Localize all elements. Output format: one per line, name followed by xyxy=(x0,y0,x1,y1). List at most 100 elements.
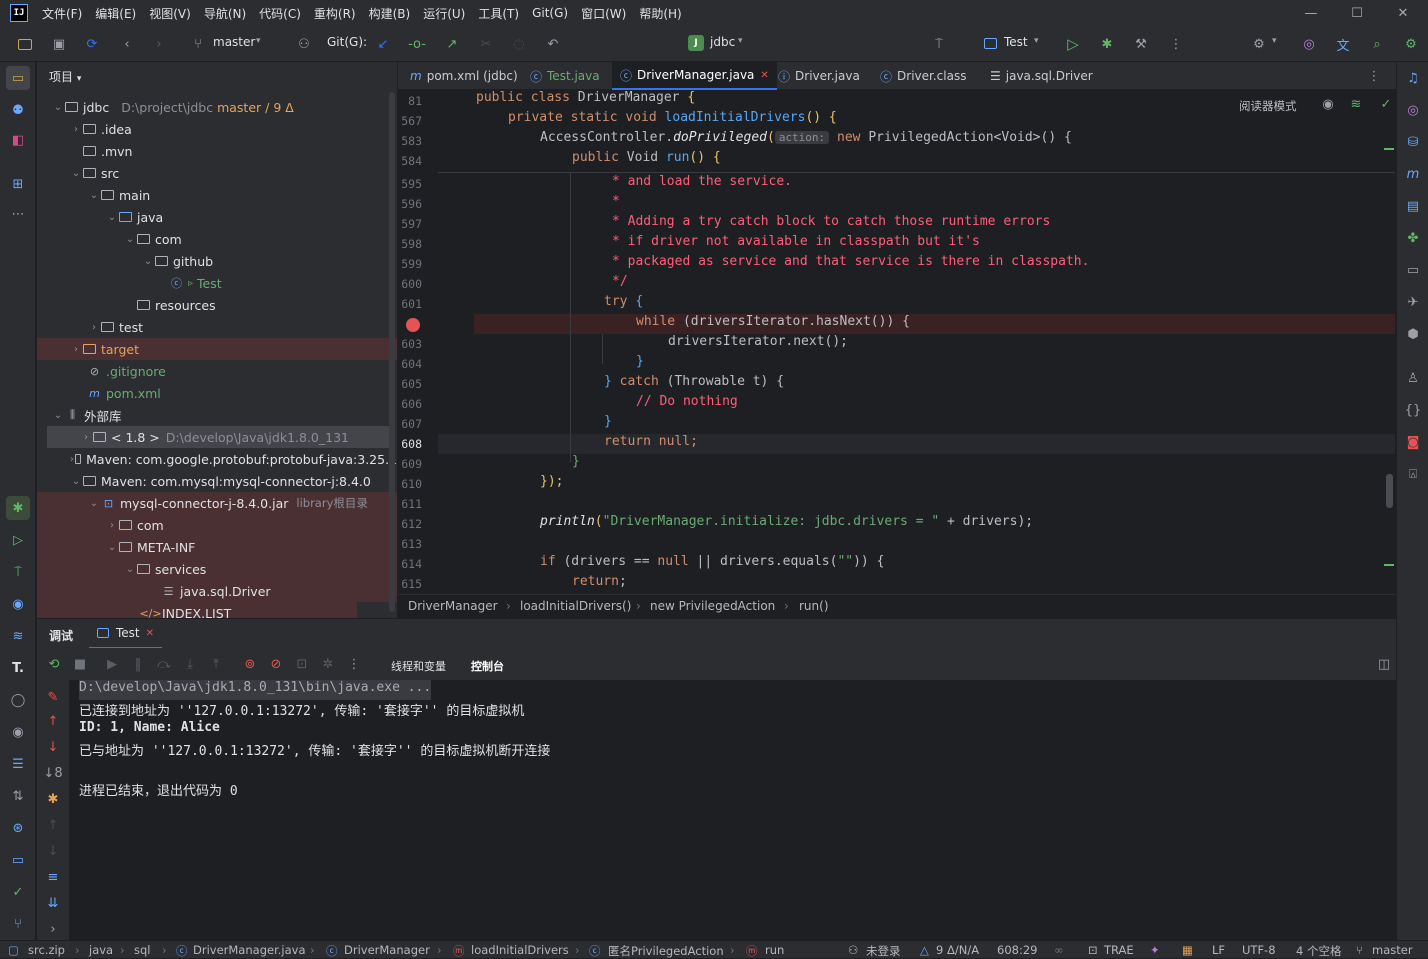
inspection-ok-icon[interactable]: ✓ xyxy=(1378,96,1394,112)
tree-item-mysql-jar[interactable]: ⌄ ⊡ mysql-connector-j-8.4.0.jar library根目录 xyxy=(37,492,397,514)
minimize-icon[interactable]: — xyxy=(1288,0,1334,26)
chevron-down-icon[interactable]: ▾ xyxy=(738,36,743,46)
git-tool-icon[interactable]: ⑂ xyxy=(6,912,30,936)
problems-icon[interactable]: ✓ xyxy=(6,880,30,904)
menu-refactor[interactable]: 重构(R) xyxy=(314,5,356,22)
tree-item-jar-com[interactable]: › com xyxy=(37,514,397,536)
settings-icon[interactable]: ✲ xyxy=(319,655,337,673)
git-commit-icon[interactable]: -o- xyxy=(408,35,426,53)
menu-window[interactable]: 窗口(W) xyxy=(581,5,626,22)
trae-status[interactable]: TRAE xyxy=(1104,943,1134,957)
endpoints-icon[interactable]: ⊛ xyxy=(6,816,30,840)
encoding[interactable]: UTF-8 xyxy=(1242,943,1276,957)
code-editor[interactable]: public class DriverManager { private sta… xyxy=(438,90,1395,594)
status-path-item[interactable]: sql xyxy=(134,943,151,957)
commit-tool-icon[interactable]: ⚉ xyxy=(6,98,30,122)
camera-icon[interactable]: ⊡ xyxy=(293,655,311,673)
menu-code[interactable]: 代码(C) xyxy=(259,5,301,22)
terminal-icon[interactable]: ▭ xyxy=(6,848,30,872)
git-history-icon[interactable]: ✂ xyxy=(477,35,495,53)
eye-icon[interactable]: ◉ xyxy=(6,720,30,744)
tree-item-protobuf[interactable]: › Maven: com.google.protobuf:protobuf-jav… xyxy=(37,448,397,470)
resume-icon[interactable]: ▶ xyxy=(103,655,121,673)
clear-icon[interactable]: ✎ xyxy=(44,688,62,706)
tree-item-services[interactable]: ⌄ services xyxy=(37,558,397,580)
git-branch-status[interactable]: master xyxy=(1372,943,1413,957)
menu-navigate[interactable]: 导航(N) xyxy=(204,5,246,22)
tab-threads-variables[interactable]: 线程和变量 xyxy=(391,658,446,674)
gradle-icon[interactable]: ✈ xyxy=(1403,292,1423,312)
tree-scrollbar[interactable] xyxy=(389,92,395,612)
debug-icon[interactable]: ✱ xyxy=(1098,35,1116,53)
soft-wrap-icon[interactable]: ≡ xyxy=(44,868,62,886)
caret-position[interactable]: 608:29 xyxy=(997,943,1037,957)
up-arrow-icon[interactable]: ↑ xyxy=(44,712,62,730)
status-path-item[interactable]: DriverManager xyxy=(344,943,430,957)
close-tab-icon[interactable]: ✕ xyxy=(146,628,154,639)
more-icon[interactable]: ⋮ xyxy=(1167,35,1185,53)
scroll-end-icon[interactable]: ⇊ xyxy=(44,894,62,912)
notifications-icon[interactable]: ♫ xyxy=(1403,68,1423,88)
document-icon[interactable]: ▤ xyxy=(1403,196,1423,216)
menu-help[interactable]: 帮助(H) xyxy=(639,5,681,22)
git-push-icon[interactable]: ↗ xyxy=(443,35,461,53)
tab-console[interactable]: 控制台 xyxy=(471,658,504,674)
breadcrumb-item[interactable]: new PrivilegedAction xyxy=(650,599,775,613)
view-breakpoints-icon[interactable]: ⊚ xyxy=(241,655,259,673)
layout-icon[interactable]: ◫ xyxy=(1375,655,1393,673)
hammer-icon[interactable]: ⍑ xyxy=(930,35,948,53)
ai-chat-icon[interactable]: ◎ xyxy=(1403,100,1423,120)
ai-assist-icon[interactable]: ≋ xyxy=(1348,96,1364,112)
editor-scrollbar[interactable] xyxy=(1386,474,1393,508)
status-path-item[interactable]: DriverManager.java xyxy=(193,943,306,957)
tree-item-java[interactable]: ⌄ java xyxy=(37,206,397,228)
ai-icon[interactable]: ◎ xyxy=(1300,35,1318,53)
status-path-item[interactable]: src.zip xyxy=(28,943,65,957)
plugin-green-icon[interactable]: ✤ xyxy=(1403,228,1423,248)
tree-item-src[interactable]: ⌄ src xyxy=(37,162,397,184)
terminal-t-icon[interactable]: T. xyxy=(6,656,30,680)
tree-item-test[interactable]: › test xyxy=(37,316,397,338)
indent-setting[interactable]: 4 个空格 xyxy=(1296,943,1341,959)
run-config-selector[interactable]: Test xyxy=(1004,35,1028,49)
save-icon[interactable]: ▣ xyxy=(50,35,68,53)
tab-drivermanager-java[interactable]: ⓒ DriverManager.java ✕ xyxy=(612,62,777,90)
problems-status[interactable]: 9 Δ/N/A xyxy=(936,943,979,957)
tree-item-main[interactable]: ⌄ main xyxy=(37,184,397,206)
step-into-icon[interactable]: ⤓ xyxy=(181,655,199,673)
tree-item-test-class[interactable]: ⓒ ▹ Test xyxy=(37,272,397,294)
services-icon[interactable]: ◉ xyxy=(6,592,30,616)
next-icon[interactable]: ↓ xyxy=(44,842,62,860)
breadcrumb-item[interactable]: DriverManager xyxy=(408,599,498,613)
ai-icon[interactable]: ✦ xyxy=(1150,943,1160,957)
hexagon-icon[interactable]: ⬢ xyxy=(1403,324,1423,344)
chevron-down-icon[interactable]: ▾ xyxy=(1272,36,1277,46)
comments-icon[interactable]: ◯ xyxy=(6,688,30,712)
profiler-icon[interactable]: ≋ xyxy=(6,624,30,648)
breadcrumb-item[interactable]: run() xyxy=(799,599,829,613)
build-icon[interactable]: ⚒ xyxy=(1132,35,1150,53)
prev-icon[interactable]: ↑ xyxy=(44,816,62,834)
rollback-icon[interactable]: ↶ xyxy=(544,35,562,53)
pink-plugin-icon[interactable]: ◙ xyxy=(1403,432,1423,452)
tab-java-sql-driver[interactable]: ☰ java.sql.Driver xyxy=(982,62,1101,90)
tab-driver-class[interactable]: ⓒ Driver.class xyxy=(872,62,974,90)
maximize-icon[interactable]: ☐ xyxy=(1334,0,1380,26)
close-icon[interactable]: ✕ xyxy=(1380,0,1426,26)
tree-item-target[interactable]: › target xyxy=(37,338,397,360)
tabs-more-icon[interactable]: ⋮ xyxy=(1366,68,1382,84)
search-icon[interactable]: ⌕ xyxy=(1368,35,1386,53)
tree-item-github[interactable]: ⌄ github xyxy=(37,250,397,272)
tab-debug-test[interactable]: Test ✕ xyxy=(89,619,163,649)
forward-icon[interactable]: › xyxy=(150,35,168,53)
menu-view[interactable]: 视图(V) xyxy=(149,5,191,22)
windows-icon[interactable]: ▦ xyxy=(1182,943,1193,957)
console-output[interactable]: D:\develop\Java\jdk1.8.0_131\bin\java.ex… xyxy=(69,680,1396,940)
database-icon[interactable]: ☰ xyxy=(6,752,30,776)
step-out-icon[interactable]: ⤒ xyxy=(207,655,225,673)
settings-icon[interactable]: ⚙ xyxy=(1402,35,1420,53)
structure-icon[interactable]: ⊞ xyxy=(6,172,30,196)
json-icon[interactable]: {} xyxy=(1403,400,1423,420)
tree-item-external-libs[interactable]: ⌄ ⫼ 外部库 xyxy=(37,404,397,426)
menu-build[interactable]: 构建(B) xyxy=(369,5,411,22)
